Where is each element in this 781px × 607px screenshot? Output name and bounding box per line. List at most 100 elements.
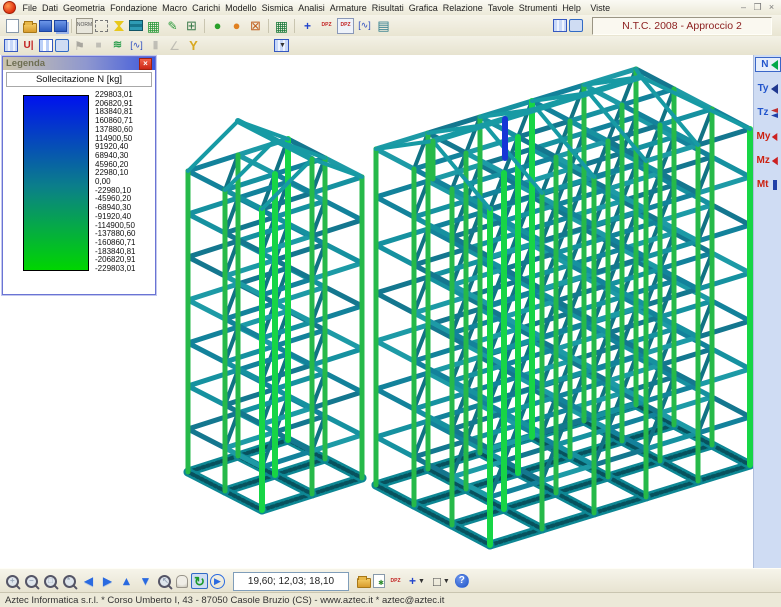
results-toolbar: U| ⚑■≋[∿]▮∠Y ▼ bbox=[0, 36, 781, 56]
frame-hatch-icon[interactable]: ▤ bbox=[375, 18, 392, 34]
pan-hand-icon[interactable] bbox=[176, 575, 188, 588]
dropdown-caret-icon: ▼ bbox=[418, 578, 425, 585]
grid-nodes-icon[interactable]: ⊞ bbox=[183, 18, 200, 34]
app-icon bbox=[3, 1, 16, 14]
member-forces-icon[interactable] bbox=[55, 39, 69, 52]
mesh-icon[interactable]: ▦ bbox=[145, 18, 162, 34]
menu-armature[interactable]: Armature bbox=[327, 2, 369, 14]
result-button-n[interactable]: N bbox=[755, 57, 781, 72]
zoom-out-icon[interactable]: − bbox=[23, 573, 40, 589]
new-document-icon[interactable] bbox=[6, 19, 19, 33]
toolbar-separator bbox=[71, 19, 72, 33]
pan-left-icon[interactable]: ◀ bbox=[80, 573, 97, 589]
wishbone-icon[interactable]: Y bbox=[185, 38, 202, 54]
zoom-dynamic-icon[interactable]: ↖ bbox=[156, 573, 173, 589]
result-button-mt[interactable]: Mt bbox=[755, 177, 781, 192]
zoom-window-icon[interactable]: □ bbox=[42, 573, 59, 589]
table-grid-icon[interactable]: ▦ bbox=[273, 18, 290, 34]
hourglass-icon[interactable] bbox=[110, 18, 127, 34]
legend-color-scale bbox=[23, 95, 89, 271]
bar-icon[interactable]: ▮ bbox=[147, 38, 164, 54]
reactions-icon[interactable] bbox=[39, 39, 53, 52]
menu-dati[interactable]: Dati bbox=[40, 2, 61, 14]
minimize-button[interactable]: – bbox=[738, 3, 749, 13]
result-button-mz[interactable]: Mz bbox=[755, 153, 781, 168]
cube-view-icon[interactable]: □▼ bbox=[430, 573, 453, 589]
application-window: { "menu": { "items": ["File","Dati","Geo… bbox=[0, 0, 781, 606]
restore-button[interactable]: ❐ bbox=[752, 3, 763, 13]
menu-fondazione[interactable]: Fondazione bbox=[108, 2, 160, 14]
toolbar-separator bbox=[268, 19, 269, 33]
coordinates-field[interactable] bbox=[233, 572, 349, 591]
save-icon[interactable] bbox=[39, 20, 52, 32]
legend-titlebar[interactable]: Legenda × bbox=[3, 57, 155, 70]
menu-relazione[interactable]: Relazione bbox=[440, 2, 485, 14]
main-toolbar: NORM▦✎⊞●●⊠▦+DPZDPZ[∿]▤ N.T.C. 2008 - App… bbox=[0, 15, 781, 37]
menu-macro[interactable]: Macro bbox=[160, 2, 190, 14]
report-icon[interactable]: ✱ bbox=[373, 574, 385, 588]
menu-carichi[interactable]: Carichi bbox=[190, 2, 223, 14]
pan-up-icon[interactable]: ▲ bbox=[118, 573, 135, 589]
modal-shape-icon[interactable]: [∿] bbox=[128, 38, 145, 54]
result-button-label: My bbox=[757, 132, 771, 142]
menu-geometria[interactable]: Geometria bbox=[61, 2, 108, 14]
menu-risultati[interactable]: Risultati bbox=[369, 2, 406, 14]
close-button[interactable]: × bbox=[766, 3, 777, 13]
building-view-icon[interactable] bbox=[553, 19, 567, 32]
animate-icon[interactable]: ▶ bbox=[210, 574, 225, 589]
modal-shape-icon[interactable]: [∿] bbox=[356, 18, 373, 34]
pan-down-icon[interactable]: ▼ bbox=[137, 573, 154, 589]
result-button-label: N bbox=[761, 60, 768, 70]
result-button-tz[interactable]: Tz bbox=[755, 105, 781, 120]
edit-pencil-icon[interactable]: ✎ bbox=[164, 18, 181, 34]
result-button-label: Ty bbox=[758, 84, 769, 94]
help-icon[interactable]: ? bbox=[455, 574, 469, 588]
spectrum-dpz-icon[interactable]: DPZ bbox=[318, 18, 335, 34]
plinth-icon[interactable]: ⊠ bbox=[247, 18, 264, 34]
model-canvas[interactable]: Legenda × Sollecitazione N [kg] 229803,0… bbox=[0, 55, 753, 568]
selection-icon[interactable] bbox=[95, 20, 108, 32]
result-button-label: Mt bbox=[757, 180, 769, 190]
menu-modello[interactable]: Modello bbox=[223, 2, 260, 14]
dpz-icon[interactable]: DPZ bbox=[387, 573, 404, 589]
result-component-strip: N Ty Tz My Mz Mt bbox=[753, 55, 781, 568]
orbit-icon[interactable]: ↻ bbox=[191, 573, 208, 589]
sphere-green-icon[interactable]: ● bbox=[209, 18, 226, 34]
sphere-orange-icon[interactable]: ● bbox=[228, 18, 245, 34]
n-diagram-icon bbox=[770, 59, 779, 71]
result-button-my[interactable]: My bbox=[755, 129, 781, 144]
menu-grafica[interactable]: Grafica bbox=[406, 2, 440, 14]
save-copy-icon[interactable] bbox=[54, 20, 67, 32]
local-axes-icon[interactable]: + bbox=[299, 18, 316, 34]
flag-icon[interactable]: ⚑ bbox=[71, 38, 88, 54]
status-bar: Aztec Informatica s.r.l. * Corso Umberto… bbox=[0, 592, 781, 607]
menu-sismica[interactable]: Sismica bbox=[259, 2, 296, 14]
deformed-shape-icon[interactable]: ≋ bbox=[109, 38, 126, 54]
menu-tavole[interactable]: Tavole bbox=[485, 2, 516, 14]
menu-analisi[interactable]: Analisi bbox=[296, 2, 328, 14]
stop-icon[interactable]: ■ bbox=[90, 38, 107, 54]
view-select-icon[interactable]: ▼ bbox=[274, 39, 289, 52]
dpz-frame-icon[interactable]: DPZ bbox=[337, 18, 354, 34]
render-view-icon[interactable] bbox=[569, 19, 583, 32]
frame-view-icon[interactable] bbox=[4, 39, 18, 52]
mz-diagram-icon bbox=[771, 155, 779, 167]
result-button-ty[interactable]: Ty bbox=[755, 81, 781, 96]
window-controls: – ❐ × bbox=[738, 3, 781, 13]
zoom-extents-icon[interactable]: * bbox=[61, 573, 78, 589]
normative-icon[interactable]: NORM bbox=[76, 18, 93, 34]
save-view-icon[interactable] bbox=[357, 578, 371, 588]
wall-section-icon[interactable] bbox=[129, 20, 143, 31]
menu-strumenti[interactable]: Strumenti bbox=[516, 2, 560, 14]
menu-viste[interactable]: Viste bbox=[587, 2, 613, 14]
menu-help[interactable]: Help bbox=[560, 2, 584, 14]
open-project-icon[interactable] bbox=[23, 23, 37, 33]
displacements-icon[interactable]: U| bbox=[20, 38, 37, 54]
legend-close-icon[interactable]: × bbox=[139, 58, 152, 70]
menu-file[interactable]: File bbox=[20, 2, 40, 14]
pan-right-icon[interactable]: ▶ bbox=[99, 573, 116, 589]
envelope-icon[interactable]: ∠ bbox=[166, 38, 183, 54]
zoom-in-icon[interactable]: + bbox=[4, 573, 21, 589]
axes-toggle-icon[interactable]: +▼ bbox=[406, 573, 428, 589]
ty-diagram-icon bbox=[770, 83, 779, 95]
